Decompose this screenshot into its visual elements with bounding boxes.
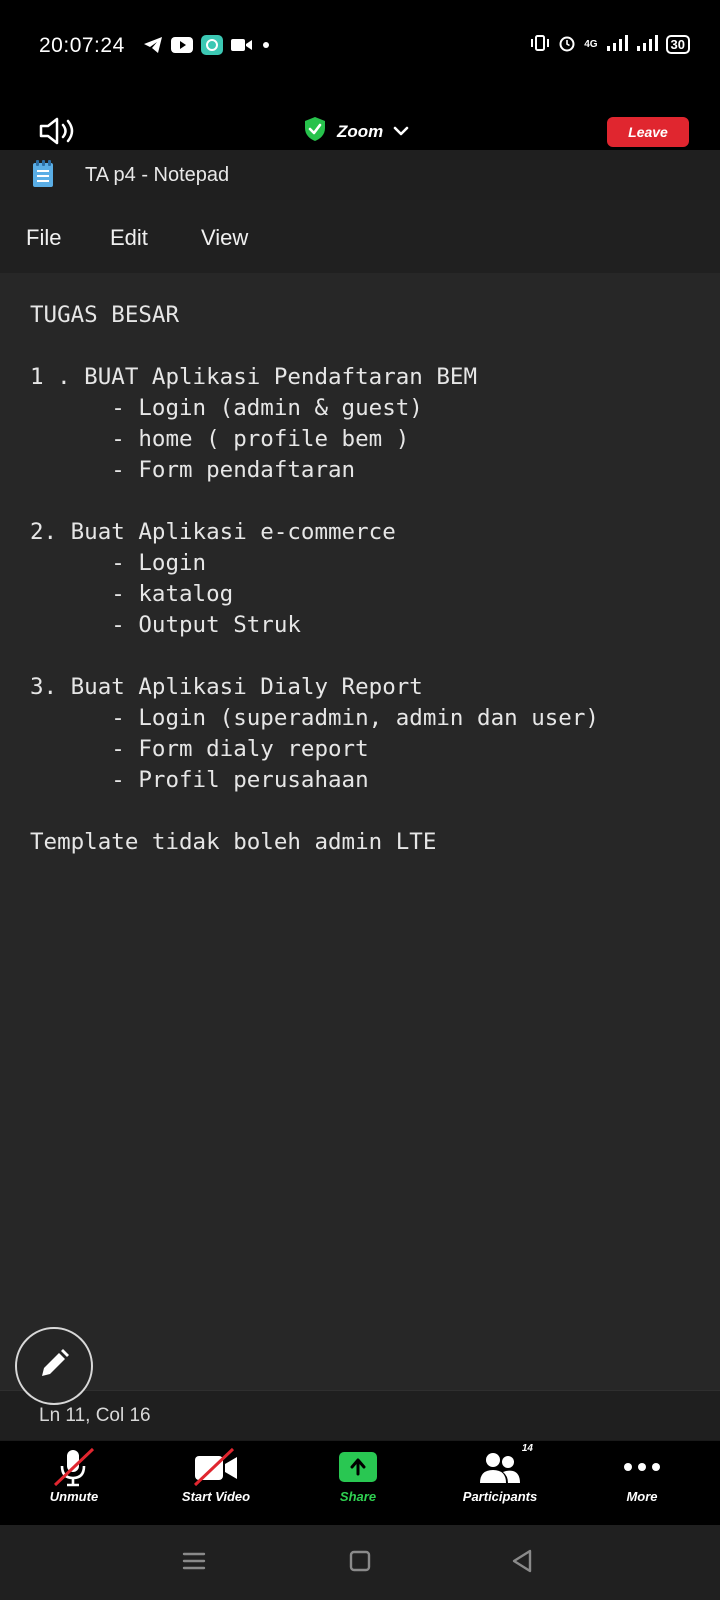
share-label: Share <box>339 1489 377 1504</box>
video-off-icon <box>191 1447 241 1487</box>
more-button[interactable]: More <box>582 1447 702 1504</box>
menu-file[interactable]: File <box>26 225 61 251</box>
start-video-button[interactable]: Start Video <box>156 1447 276 1504</box>
participant-count: 14 <box>521 1443 533 1454</box>
notepad-titlebar: TA p4 - Notepad <box>0 150 720 200</box>
pencil-icon <box>37 1347 71 1386</box>
leave-button[interactable]: Leave <box>607 117 689 147</box>
notepad-window-title: TA p4 - Notepad <box>85 164 230 186</box>
speaker-icon[interactable] <box>38 116 80 151</box>
network-type: 4G <box>584 39 598 50</box>
shared-screen[interactable]: TA p4 - Notepad File Edit View TUGAS BES… <box>0 150 720 1440</box>
system-nav-bar <box>0 1525 720 1600</box>
notepad-editor[interactable]: TUGAS BESAR 1 . BUAT Aplikasi Pendaftara… <box>0 273 720 1390</box>
more-label: More <box>626 1489 658 1504</box>
participants-icon: 14 <box>477 1443 533 1487</box>
video-camera-icon <box>231 35 253 55</box>
shield-check-icon <box>303 116 327 147</box>
youtube-icon <box>171 35 193 55</box>
vibrate-icon <box>530 34 550 55</box>
status-time: 20:07:24 <box>39 34 125 57</box>
signal-icon <box>606 35 628 54</box>
notepad-icon <box>32 160 54 193</box>
menu-edit[interactable]: Edit <box>110 225 148 251</box>
meeting-toolbar: Unmute Start Video Share 14 Participants… <box>0 1440 720 1526</box>
telegram-icon <box>143 35 163 55</box>
chat-app-icon <box>201 35 223 55</box>
notepad-menubar: File Edit View <box>0 200 720 273</box>
recents-menu-icon[interactable] <box>182 1551 206 1576</box>
status-bar: 20:07:24 4G 30 <box>0 0 720 95</box>
unmute-label: Unmute <box>49 1489 99 1504</box>
start-video-label: Start Video <box>181 1489 251 1504</box>
menu-view[interactable]: View <box>201 225 248 251</box>
cursor-position: Ln 11, Col 16 <box>39 1405 151 1426</box>
mic-muted-icon <box>51 1447 97 1487</box>
notepad-text[interactable]: TUGAS BESAR 1 . BUAT Aplikasi Pendaftara… <box>30 300 599 858</box>
battery-level: 30 <box>665 35 690 54</box>
alarm-icon <box>558 34 576 55</box>
zoom-header: Zoom Leave <box>0 108 720 153</box>
back-triangle-icon[interactable] <box>510 1548 534 1579</box>
status-app-icons <box>143 35 271 55</box>
annotate-button[interactable] <box>15 1327 93 1405</box>
participants-label: Participants <box>462 1489 538 1504</box>
share-button[interactable]: Share <box>298 1447 418 1504</box>
dot-icon <box>261 35 271 55</box>
signal-icon-2 <box>636 35 658 54</box>
unmute-button[interactable]: Unmute <box>14 1447 134 1504</box>
participants-button[interactable]: 14 Participants <box>440 1443 560 1504</box>
status-indicators: 4G 30 <box>530 34 690 55</box>
meeting-title-label: Zoom <box>337 121 384 141</box>
share-arrow-icon <box>339 1452 377 1482</box>
more-dots-icon <box>622 1447 662 1487</box>
meeting-title[interactable]: Zoom <box>303 116 409 147</box>
home-square-icon[interactable] <box>349 1550 371 1577</box>
notepad-statusbar: Ln 11, Col 16 <box>0 1390 720 1440</box>
chevron-down-icon <box>393 122 409 142</box>
